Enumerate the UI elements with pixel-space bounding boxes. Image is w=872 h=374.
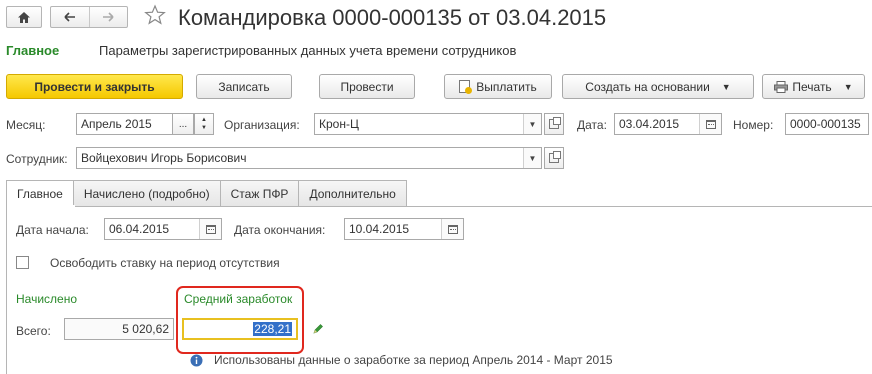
tab-panel-left-border: [6, 206, 7, 374]
open-icon: [549, 151, 561, 163]
create-based-button[interactable]: Создать на основании ▼: [562, 74, 754, 99]
org-open-button[interactable]: [544, 113, 564, 135]
tab-accrued-detailed[interactable]: Начислено (подробно): [72, 180, 221, 206]
employee-label: Сотрудник:: [6, 152, 68, 166]
chevron-down-icon: ▼: [721, 81, 731, 92]
month-stepper[interactable]: ▲ ▼: [194, 113, 214, 135]
date-calendar-button[interactable]: [699, 114, 721, 134]
page-title: Командировка 0000-000135 от 03.04.2015: [178, 5, 607, 30]
org-value: Крон-Ц: [319, 117, 359, 131]
employee-open-button[interactable]: [544, 147, 564, 169]
start-date-label: Дата начала:: [16, 223, 89, 237]
org-dropdown-button[interactable]: ▼: [523, 114, 541, 134]
open-icon: [549, 117, 561, 129]
arrow-left-icon: [64, 12, 75, 22]
info-icon: [190, 354, 203, 370]
free-rate-checkbox[interactable]: [16, 256, 29, 269]
print-button[interactable]: Печать ▼: [762, 74, 865, 99]
calendar-icon: [205, 224, 216, 234]
total-value: 5 020,62: [122, 322, 169, 336]
home-button[interactable]: [6, 6, 42, 28]
tab-panel-border: [6, 206, 872, 207]
print-label: Печать: [792, 79, 832, 94]
end-date-value: 10.04.2015: [349, 222, 410, 236]
employee-value: Войцехович Игорь Борисович: [81, 151, 247, 165]
date-input[interactable]: 03.04.2015: [614, 113, 722, 135]
avg-salary-input[interactable]: 228,21: [182, 318, 298, 340]
post-button[interactable]: Провести: [319, 74, 415, 99]
end-date-label: Дата окончания:: [234, 223, 326, 237]
back-button[interactable]: [51, 7, 89, 27]
save-button[interactable]: Записать: [196, 74, 292, 99]
arrow-right-icon: [103, 12, 114, 22]
chevron-down-icon: ▼: [528, 119, 537, 129]
month-value: Апрель 2015: [81, 117, 152, 131]
active-tab-gap: [7, 205, 75, 208]
home-icon: [18, 11, 30, 23]
month-select-button[interactable]: ...: [172, 113, 194, 135]
number-input[interactable]: 0000-000135: [785, 113, 869, 135]
printer-icon: [774, 80, 789, 93]
org-input[interactable]: Крон-Ц ▼: [314, 113, 542, 135]
post-and-close-button[interactable]: Провести и закрыть: [6, 74, 183, 99]
accrued-section-title: Начислено: [16, 292, 78, 306]
pay-button-label: Выплатить: [476, 79, 537, 94]
end-date-calendar-button[interactable]: [441, 219, 463, 239]
tab-main[interactable]: Главное: [6, 180, 74, 207]
start-date-calendar-button[interactable]: [199, 219, 221, 239]
tab-additional[interactable]: Дополнительно: [298, 180, 407, 206]
tab-pension-experience[interactable]: Стаж ПФР: [219, 180, 300, 206]
avg-salary-title: Средний заработок: [184, 292, 293, 306]
avg-salary-value: 228,21: [253, 322, 292, 336]
pay-button[interactable]: Выплатить: [444, 74, 552, 99]
tab-bar: Главное Начислено (подробно) Стаж ПФР До…: [6, 180, 407, 207]
date-label: Дата:: [577, 118, 607, 132]
step-down-icon[interactable]: ▼: [201, 124, 207, 132]
org-label: Организация:: [224, 118, 300, 132]
chevron-down-icon: ▼: [528, 153, 537, 163]
edit-pencil-icon[interactable]: [312, 323, 324, 338]
chevron-down-icon: ▼: [843, 81, 853, 92]
section-params-link[interactable]: Параметры зарегистрированных данных учет…: [99, 43, 516, 58]
number-label: Номер:: [733, 118, 774, 132]
history-nav: [50, 6, 128, 28]
section-main-link[interactable]: Главное: [6, 43, 59, 58]
calendar-icon: [705, 119, 716, 129]
step-up-icon[interactable]: ▲: [201, 116, 207, 124]
favorite-star-icon[interactable]: [144, 4, 166, 29]
start-date-input[interactable]: 06.04.2015: [104, 218, 222, 240]
end-date-input[interactable]: 10.04.2015: [344, 218, 464, 240]
number-value: 0000-000135: [790, 117, 861, 131]
earnings-period-info: Использованы данные о заработке за перио…: [214, 353, 613, 367]
create-based-label: Создать на основании: [585, 79, 710, 94]
total-label: Всего:: [16, 324, 51, 338]
date-value: 03.04.2015: [619, 117, 680, 131]
employee-dropdown-button[interactable]: ▼: [523, 148, 541, 168]
free-rate-label: Освободить ставку на период отсутствия: [50, 256, 280, 270]
document-pay-icon: [459, 80, 473, 94]
start-date-value: 06.04.2015: [109, 222, 170, 236]
ellipsis-icon: ...: [178, 118, 188, 130]
employee-input[interactable]: Войцехович Игорь Борисович ▼: [76, 147, 542, 169]
calendar-icon: [447, 224, 458, 234]
forward-button[interactable]: [88, 7, 128, 27]
month-label: Месяц:: [6, 118, 46, 132]
total-input: 5 020,62: [64, 318, 174, 340]
